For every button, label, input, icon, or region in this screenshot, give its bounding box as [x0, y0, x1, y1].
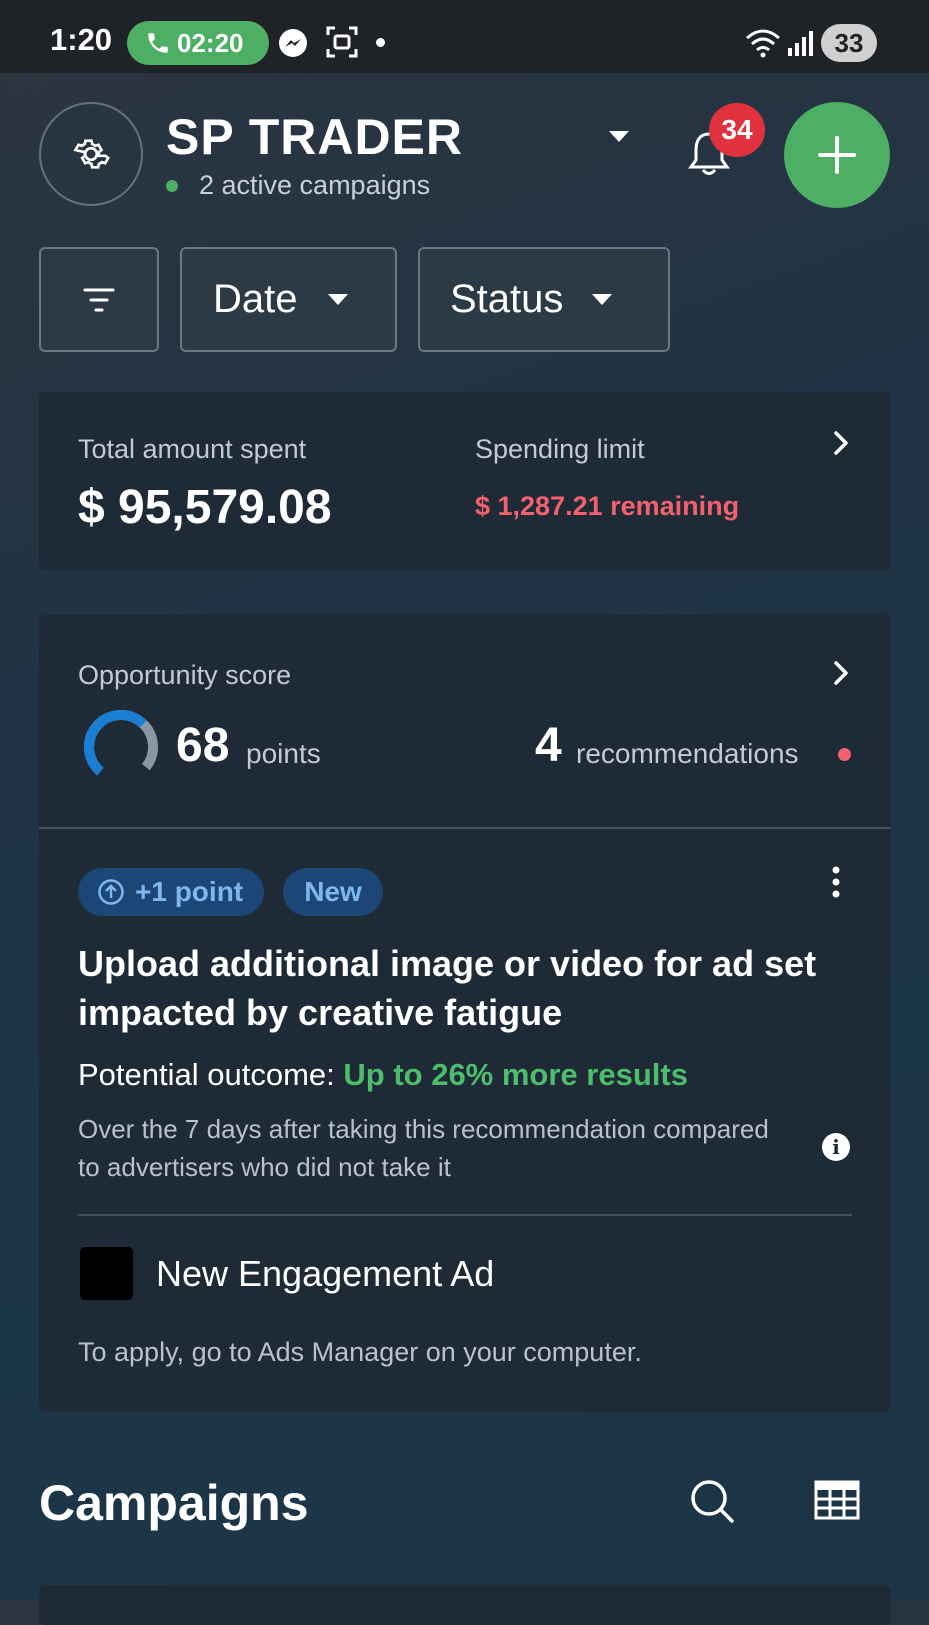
- settings-button[interactable]: [39, 102, 143, 206]
- status-time: 1:20: [50, 22, 113, 57]
- info-icon[interactable]: i: [822, 1133, 850, 1161]
- signal-icon: [788, 31, 813, 56]
- campaign-card-peek[interactable]: [39, 1585, 891, 1625]
- notification-count-badge: 34: [709, 103, 765, 157]
- section-divider: [39, 827, 891, 829]
- messenger-icon: [279, 29, 307, 57]
- outcome-highlight: Up to 26% more results: [343, 1057, 688, 1092]
- wifi-icon: [746, 29, 780, 58]
- opportunity-score-gauge: [84, 710, 158, 784]
- plus-icon: [818, 136, 856, 174]
- table-view-icon[interactable]: [814, 1480, 860, 1520]
- create-button[interactable]: [784, 102, 890, 208]
- chevron-down-icon: [327, 293, 348, 305]
- status-filter-dropdown[interactable]: Status: [418, 247, 670, 352]
- search-icon[interactable]: [689, 1478, 735, 1524]
- phone-icon: [148, 33, 168, 53]
- status-filter-label: Status: [450, 277, 564, 321]
- spending-limit-remaining: $ 1,287.21 remaining: [475, 491, 740, 521]
- chevron-right-icon[interactable]: [833, 430, 849, 456]
- opportunity-score-label: Opportunity score: [78, 660, 292, 690]
- battery-indicator: 33: [821, 24, 877, 62]
- campaigns-heading: Campaigns: [39, 1475, 309, 1531]
- account-name[interactable]: SP TRADER: [166, 108, 463, 166]
- status-bar: 1:20 02:20 33: [0, 0, 929, 73]
- account-dropdown-icon[interactable]: [608, 130, 630, 144]
- recommendations-count: 4: [535, 719, 562, 772]
- section-divider: [78, 1214, 852, 1216]
- filter-icon: [83, 288, 115, 311]
- potential-outcome: Potential outcome: Up to 26% more result…: [78, 1057, 688, 1093]
- active-status-dot: [166, 180, 178, 192]
- point-badge: +1 point: [78, 868, 264, 916]
- spending-card[interactable]: Total amount spent $ 95,579.08 Spending …: [39, 392, 891, 570]
- chevron-right-icon[interactable]: [833, 660, 849, 686]
- notification-dot: [376, 38, 385, 47]
- arrow-up-circle-icon: [98, 879, 124, 905]
- opportunity-points-value: 68: [176, 719, 230, 772]
- date-filter-dropdown[interactable]: Date: [180, 247, 397, 352]
- more-options-icon[interactable]: [832, 866, 840, 898]
- chevron-down-icon: [592, 293, 613, 305]
- ad-name: New Engagement Ad: [156, 1253, 495, 1294]
- new-badge: New: [283, 868, 383, 916]
- ad-thumbnail: [80, 1247, 133, 1300]
- date-filter-label: Date: [213, 277, 298, 321]
- total-spent-value: $ 95,579.08: [78, 481, 332, 534]
- opportunity-points-label: points: [246, 738, 321, 769]
- total-spent-label: Total amount spent: [78, 434, 307, 464]
- new-badge-label: New: [304, 876, 362, 907]
- spending-limit-label: Spending limit: [475, 434, 645, 464]
- filter-button[interactable]: [39, 247, 159, 352]
- call-timer: 02:20: [177, 27, 244, 58]
- apply-note: To apply, go to Ads Manager on your comp…: [78, 1337, 642, 1367]
- recommendations-label: recommendations: [576, 738, 799, 769]
- screenshot-icon: [326, 26, 358, 58]
- recommendations-alert-dot: [838, 748, 851, 761]
- ongoing-call-chip[interactable]: 02:20: [127, 21, 269, 65]
- gear-icon: [73, 139, 110, 169]
- point-badge-label: +1 point: [135, 876, 244, 907]
- active-campaigns-text: 2 active campaigns: [199, 170, 431, 200]
- outcome-detail: Over the 7 days after taking this recomm…: [78, 1114, 769, 1182]
- outcome-prefix: Potential outcome:: [78, 1057, 335, 1092]
- recommendation-title: Upload additional image or video for ad …: [78, 943, 817, 1033]
